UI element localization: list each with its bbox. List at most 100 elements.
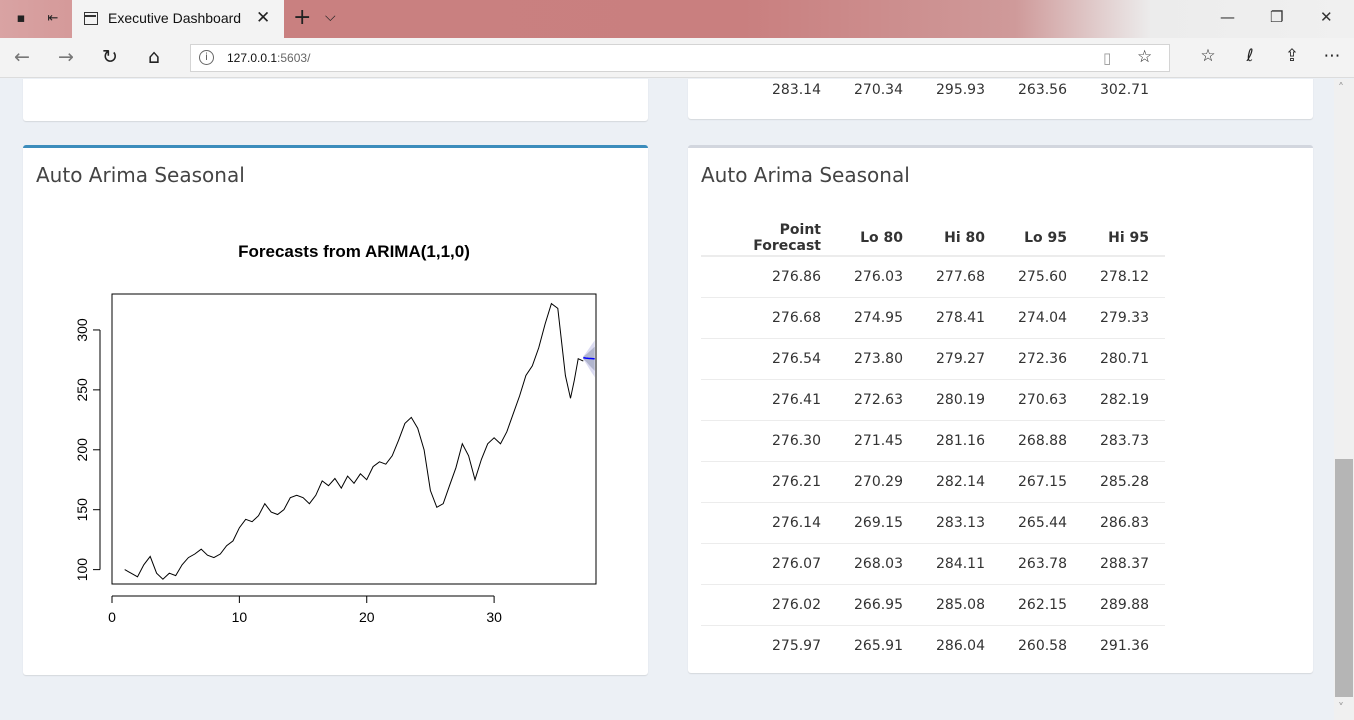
table-cell: 276.02 xyxy=(701,583,837,625)
back-icon[interactable]: ← xyxy=(10,46,34,68)
table-cell: 268.88 xyxy=(1001,419,1083,461)
table-cell: 270.34 xyxy=(854,82,903,98)
table-cell: 289.88 xyxy=(1083,583,1165,625)
table-row: 276.86 276.03 277.68 275.60 278.12 xyxy=(701,255,1165,297)
table-cell: 278.41 xyxy=(919,296,1001,338)
table-cell: 270.63 xyxy=(1001,378,1083,420)
dashboard-content: 283.14 270.34 295.93 263.56 302.71 Auto … xyxy=(0,79,1334,720)
table-header-row: Point Forecast Lo 80 Hi 80 Lo 95 Hi 95 xyxy=(701,220,1165,257)
restore-icon[interactable]: ❐ xyxy=(1270,8,1283,26)
table-cell: 288.37 xyxy=(1083,542,1165,584)
table-row: 276.07 268.03 284.11 263.78 288.37 xyxy=(701,542,1165,584)
scroll-up-icon[interactable]: ˄ xyxy=(1338,81,1344,95)
url-text[interactable]: 127.0.0.1:5603/ xyxy=(227,51,310,65)
table-cell: 270.29 xyxy=(837,460,919,502)
set-tabs-aside-icon[interactable]: ⇤ xyxy=(44,10,62,28)
table-cell: 273.80 xyxy=(837,337,919,379)
table-cell: 276.86 xyxy=(701,255,837,297)
table-cell: 276.30 xyxy=(701,419,837,461)
box-title: Auto Arima Seasonal xyxy=(36,163,245,187)
table-cell: 278.12 xyxy=(1083,255,1165,297)
y-tick-label: 200 xyxy=(74,438,90,462)
tab-list-chevron-icon[interactable]: ⌵ xyxy=(325,9,336,25)
table-cell: 274.04 xyxy=(1001,296,1083,338)
table-row: 276.02 266.95 285.08 262.15 289.88 xyxy=(701,583,1165,625)
table-cell: 276.14 xyxy=(701,501,837,543)
table-row: 276.30 271.45 281.16 268.88 283.73 xyxy=(701,419,1165,461)
column-header: Lo 95 xyxy=(1001,220,1083,257)
table-cell: 262.15 xyxy=(1001,583,1083,625)
share-icon[interactable]: ⇪ xyxy=(1280,46,1304,66)
close-window-icon[interactable]: ✕ xyxy=(1320,8,1333,26)
table-cell: 263.56 xyxy=(1018,82,1067,98)
table-cell: 302.71 xyxy=(1100,82,1149,98)
upper-right-box: 283.14 270.34 295.93 263.56 302.71 xyxy=(688,79,1313,119)
table-cell: 280.71 xyxy=(1083,337,1165,379)
table-row: 276.14 269.15 283.13 265.44 286.83 xyxy=(701,501,1165,543)
table-cell: 266.95 xyxy=(837,583,919,625)
table-cell: 265.44 xyxy=(1001,501,1083,543)
arima-table-box: Auto Arima Seasonal Point Forecast Lo 80… xyxy=(688,145,1313,673)
address-bar[interactable]: i 127.0.0.1:5603/ ▯ ☆ xyxy=(190,44,1170,72)
x-tick-label: 30 xyxy=(486,609,502,625)
x-tick-label: 0 xyxy=(108,609,116,625)
table-row: 283.14 270.34 295.93 263.56 302.71 xyxy=(701,79,1165,105)
tab-title: Executive Dashboard xyxy=(108,10,242,26)
table-cell: 267.15 xyxy=(1001,460,1083,502)
x-tick-label: 20 xyxy=(359,609,375,625)
table-cell: 286.04 xyxy=(919,624,1001,666)
column-header: Lo 80 xyxy=(837,220,919,257)
upper-forecast-table: 283.14 270.34 295.93 263.56 302.71 xyxy=(701,79,1165,105)
forecast-chart: Forecasts from ARIMA(1,1,0) 0 10 20 30 100 15… xyxy=(74,242,597,625)
table-cell: 271.45 xyxy=(837,419,919,461)
tab-executive-dashboard[interactable]: Executive Dashboard ✕ xyxy=(72,0,284,38)
favorite-star-icon[interactable]: ☆ xyxy=(1137,47,1152,67)
more-icon[interactable]: ⋯ xyxy=(1320,46,1344,66)
refresh-icon[interactable]: ↻ xyxy=(98,46,122,68)
forward-icon[interactable]: → xyxy=(54,46,78,68)
chart-title: Forecasts from ARIMA(1,1,0) xyxy=(238,242,470,261)
table-cell: 272.63 xyxy=(837,378,919,420)
tab-close-icon[interactable]: ✕ xyxy=(256,8,270,28)
reading-view-icon[interactable]: ▯ xyxy=(1103,49,1111,67)
x-tick-label: 10 xyxy=(232,609,248,625)
favorites-hub-icon[interactable]: ☆ xyxy=(1196,46,1220,66)
site-info-icon[interactable]: i xyxy=(199,50,214,65)
table-cell: 275.60 xyxy=(1001,255,1083,297)
table-cell: 282.14 xyxy=(919,460,1001,502)
y-tick-label: 150 xyxy=(74,498,90,522)
table-cell: 276.03 xyxy=(837,255,919,297)
column-header: Hi 80 xyxy=(919,220,1001,257)
table-cell: 279.33 xyxy=(1083,296,1165,338)
page-icon xyxy=(84,12,98,25)
minimize-icon[interactable]: — xyxy=(1220,8,1235,26)
table-cell: 274.95 xyxy=(837,296,919,338)
plot-frame xyxy=(111,293,597,585)
home-icon[interactable]: ⌂ xyxy=(142,46,166,68)
table-cell: 286.83 xyxy=(1083,501,1165,543)
new-tab-icon[interactable]: + xyxy=(293,5,311,30)
y-tick-label: 100 xyxy=(74,558,90,582)
tab-actions-icon[interactable]: ▪ xyxy=(12,10,30,28)
table-cell: 265.91 xyxy=(837,624,919,666)
history-series-line xyxy=(124,302,584,580)
table-cell: 272.36 xyxy=(1001,337,1083,379)
table-cell: 280.19 xyxy=(919,378,1001,420)
column-header: Hi 95 xyxy=(1083,220,1165,257)
page-scrollbar[interactable]: ˄ ˅ xyxy=(1334,79,1354,720)
pen-icon[interactable]: ℓ xyxy=(1238,46,1262,66)
table-cell: 276.68 xyxy=(701,296,837,338)
table-cell: 285.08 xyxy=(919,583,1001,625)
scroll-thumb[interactable] xyxy=(1335,459,1353,697)
table-cell: 263.78 xyxy=(1001,542,1083,584)
column-header: Point Forecast xyxy=(701,220,837,257)
table-cell: 283.14 xyxy=(772,82,821,98)
scroll-down-icon[interactable]: ˅ xyxy=(1338,701,1344,715)
table-cell: 269.15 xyxy=(837,501,919,543)
table-row: 276.41 272.63 280.19 270.63 282.19 xyxy=(701,378,1165,420)
table-cell: 279.27 xyxy=(919,337,1001,379)
table-row: 276.54 273.80 279.27 272.36 280.71 xyxy=(701,337,1165,379)
navigation-bar: ← → ↻ ⌂ i 127.0.0.1:5603/ ▯ ☆ ☆ ℓ ⇪ ⋯ xyxy=(0,38,1354,78)
forecast-table: Point Forecast Lo 80 Hi 80 Lo 95 Hi 95 2… xyxy=(701,220,1165,666)
y-tick-label: 250 xyxy=(74,378,90,402)
